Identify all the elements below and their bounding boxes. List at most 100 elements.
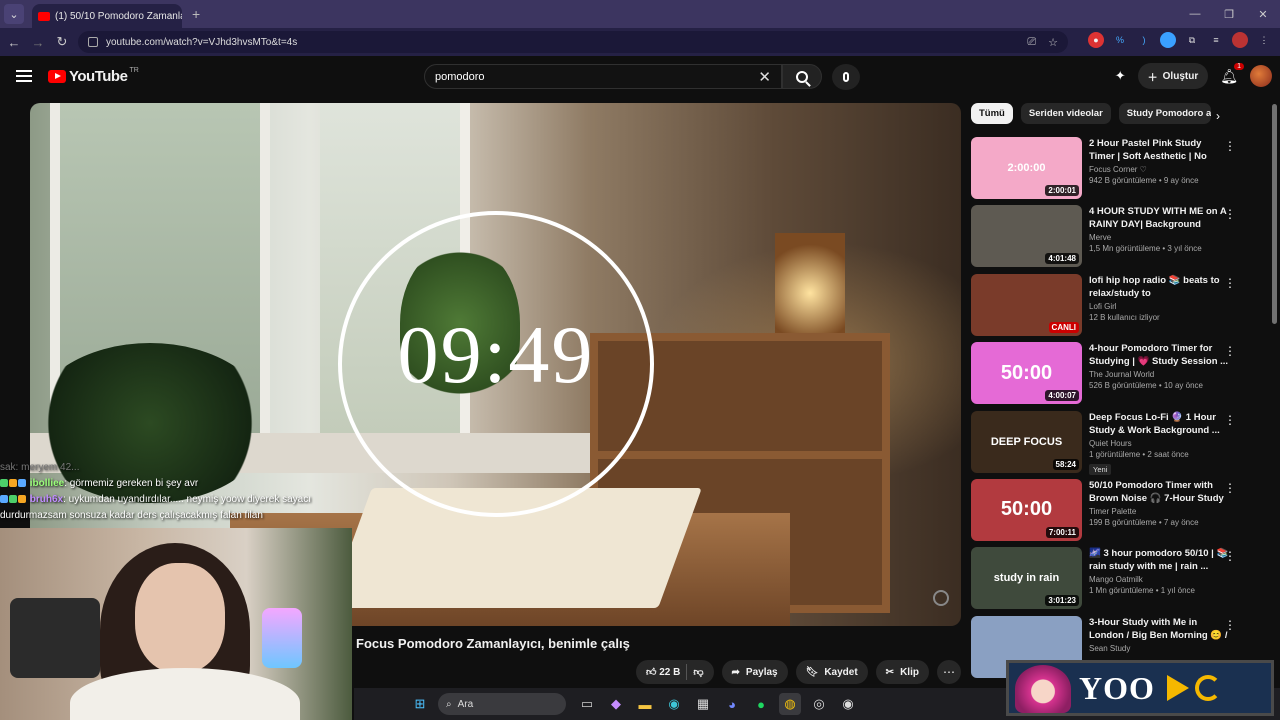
extension-shield-icon[interactable] xyxy=(1160,32,1176,48)
recommendation-item[interactable]: 2:00:00 2:00:01 2 Hour Pastel Pink Study… xyxy=(971,137,1246,205)
browser-menu-icon[interactable]: ⋮ xyxy=(1256,32,1272,48)
video-title[interactable]: 4-hour Pomodoro Timer for Studying | 💗 S… xyxy=(1089,342,1229,368)
more-options-icon[interactable]: ⋮ xyxy=(1224,618,1236,632)
more-options-icon[interactable]: ⋮ xyxy=(1224,481,1236,495)
file-explorer-icon[interactable]: ▬ xyxy=(634,693,656,715)
video-thumbnail[interactable]: 4:01:48 xyxy=(971,205,1082,268)
copilot-icon[interactable]: ◆ xyxy=(605,693,627,715)
new-tab-button[interactable]: + xyxy=(192,6,200,22)
clear-search-icon[interactable]: ✕ xyxy=(758,68,771,86)
chip-all[interactable]: Tümü xyxy=(971,103,1013,124)
chrome-icon[interactable]: ◍ xyxy=(779,693,801,715)
video-title[interactable]: lofi hip hop radio 📚 beats to relax/stud… xyxy=(1089,274,1229,300)
account-avatar[interactable] xyxy=(1250,65,1272,87)
back-button[interactable]: ← xyxy=(2,35,26,50)
steam-icon[interactable]: ◎ xyxy=(808,693,830,715)
video-title[interactable]: Deep Focus Lo-Fi 🔮 1 Hour Study & Work B… xyxy=(1089,411,1229,437)
profile-avatar-icon[interactable] xyxy=(1232,32,1248,48)
voice-search-button[interactable] xyxy=(832,64,860,90)
like-button[interactable]: 👍︎ 22 B xyxy=(646,666,680,678)
channel-name[interactable]: The Journal World xyxy=(1089,370,1229,379)
games-icon[interactable]: ✦ xyxy=(1115,68,1126,84)
video-thumbnail[interactable]: CANLI xyxy=(971,273,1082,336)
channel-watermark-icon[interactable] xyxy=(933,590,949,606)
spotify-icon[interactable]: ● xyxy=(750,693,772,715)
minimize-button[interactable]: — xyxy=(1178,0,1212,28)
dislike-button[interactable]: 👎︎ xyxy=(693,666,703,678)
browser-tab[interactable]: (1) 50/10 Pomodoro Zamanlayıcı ✕ xyxy=(32,4,182,28)
more-options-icon[interactable]: ⋮ xyxy=(1224,549,1236,563)
channel-name[interactable]: Timer Palette xyxy=(1089,507,1229,516)
recommendation-item[interactable]: 50:00 7:00:11 50/10 Pomodoro Timer with … xyxy=(971,478,1246,547)
cast-icon[interactable]: ⎚ xyxy=(1027,36,1036,49)
forward-button[interactable]: → xyxy=(26,35,50,50)
more-options-icon[interactable]: ⋮ xyxy=(1224,413,1236,427)
recommendation-item[interactable]: 50:00 4:00:07 4-hour Pomodoro Timer for … xyxy=(971,342,1246,410)
taskbar-search[interactable]: ⌕ Ara xyxy=(438,693,566,715)
chip-study-pomodoro[interactable]: Study Pomodoro adl xyxy=(1118,103,1211,124)
site-info-icon[interactable] xyxy=(88,37,98,47)
tab-search-button[interactable]: ⌄ xyxy=(4,4,24,24)
edge-icon[interactable]: ◉ xyxy=(663,693,685,715)
obs-icon[interactable]: ◉ xyxy=(837,693,859,715)
video-thumbnail[interactable]: 2:00:00 2:00:01 xyxy=(971,137,1082,199)
scrollbar[interactable] xyxy=(1272,104,1277,324)
close-window-button[interactable]: ✕ xyxy=(1246,0,1280,28)
video-title[interactable]: 4 HOUR STUDY WITH ME on A RAINY DAY| Bac… xyxy=(1089,205,1229,231)
channel-name[interactable]: Quiet Hours xyxy=(1089,439,1229,448)
extensions-puzzle-icon[interactable]: ⧉ xyxy=(1184,32,1200,48)
channel-name[interactable]: Focus Corner ♡ xyxy=(1089,165,1229,174)
notifications-bell-icon[interactable]: 🔔︎ 1 xyxy=(1220,62,1244,85)
chevron-right-icon[interactable]: › xyxy=(1216,109,1220,123)
video-stats: 526 B görüntüleme • 10 ay önce xyxy=(1089,381,1203,391)
chat-faded-line: sak: meryem 42... xyxy=(0,462,80,473)
channel-name[interactable]: Sean Study xyxy=(1089,644,1229,653)
discord-icon[interactable]: ◕ xyxy=(721,693,743,715)
more-actions-button[interactable]: ⋯ xyxy=(936,660,961,684)
reading-list-icon[interactable]: ≡ xyxy=(1208,32,1224,48)
video-thumbnail[interactable]: study in rain 3:01:23 xyxy=(971,547,1082,610)
video-thumbnail[interactable]: 50:00 7:00:11 xyxy=(971,478,1082,541)
chat-username: bruh6x xyxy=(29,494,64,505)
video-title[interactable]: 3-Hour Study with Me in London / Big Ben… xyxy=(1089,616,1229,642)
search-icon: ⌕ xyxy=(446,698,452,710)
recommendation-item[interactable]: 4:01:48 4 HOUR STUDY WITH ME on A RAINY … xyxy=(971,205,1246,273)
more-options-icon[interactable]: ⋮ xyxy=(1224,207,1236,221)
video-meta: 4 HOUR STUDY WITH ME on A RAINY DAY| Bac… xyxy=(1089,205,1229,253)
maximize-button[interactable]: ❐ xyxy=(1212,0,1246,28)
address-bar[interactable]: youtube.com/watch?v=VJhd3hvsMTo&t=4s ⎚ ☆ xyxy=(78,31,1068,53)
channel-name[interactable]: Lofi Girl xyxy=(1089,302,1229,311)
channel-name[interactable]: Mango Oatmilk xyxy=(1089,575,1229,584)
search-button[interactable] xyxy=(782,64,822,89)
recommendation-item[interactable]: study in rain 3:01:23 🌌 3 hour pomodoro … xyxy=(971,547,1246,615)
create-button[interactable]: ＋ Oluştur xyxy=(1137,63,1209,89)
share-button[interactable]: ➦ Paylaş xyxy=(721,660,788,684)
more-options-icon[interactable]: ⋮ xyxy=(1224,276,1236,290)
save-button[interactable]: 🔖︎ Kaydet xyxy=(795,660,868,684)
chip-series-videos[interactable]: Seriden videolar xyxy=(1020,103,1111,124)
recommendation-item[interactable]: CANLI lofi hip hop radio 📚 beats to rela… xyxy=(971,273,1246,342)
video-thumbnail[interactable]: 50:00 4:00:07 xyxy=(971,342,1082,405)
clip-button[interactable]: ✂ Klip xyxy=(875,660,929,684)
video-title[interactable]: 2 Hour Pastel Pink Study Timer | Soft Ae… xyxy=(1089,137,1229,163)
channel-name[interactable]: Merve xyxy=(1089,233,1229,242)
extension-red-icon[interactable]: ● xyxy=(1088,32,1104,48)
windows-start-icon[interactable]: ⊞ xyxy=(409,693,431,715)
store-icon[interactable]: ▦ xyxy=(692,693,714,715)
video-title[interactable]: 50/10 Pomodoro Timer with Brown Noise 🎧 … xyxy=(1089,479,1229,505)
task-view-icon[interactable]: ▭ xyxy=(576,693,598,715)
recommendation-item[interactable]: DEEP FOCUS 58:24 Deep Focus Lo-Fi 🔮 1 Ho… xyxy=(971,410,1246,479)
extension-translate-icon[interactable]: % xyxy=(1112,32,1128,48)
more-options-icon[interactable]: ⋮ xyxy=(1224,139,1236,153)
menu-hamburger-icon[interactable] xyxy=(16,70,32,82)
taskbar-search-text: Ara xyxy=(457,698,474,710)
new-tag: Yeni xyxy=(1089,463,1112,475)
bookmark-star-icon[interactable]: ☆ xyxy=(1048,36,1058,49)
more-options-icon[interactable]: ⋮ xyxy=(1224,344,1236,358)
extension-sound-icon[interactable]: ) xyxy=(1136,32,1152,48)
youtube-logo[interactable]: YouTube TR xyxy=(48,67,139,85)
video-thumbnail[interactable]: DEEP FOCUS 58:24 xyxy=(971,410,1082,473)
search-input[interactable]: pomodoro ✕ xyxy=(424,64,782,89)
reload-button[interactable]: ↻ xyxy=(50,34,74,50)
video-title[interactable]: 🌌 3 hour pomodoro 50/10 | 📚 rain study w… xyxy=(1089,547,1229,573)
